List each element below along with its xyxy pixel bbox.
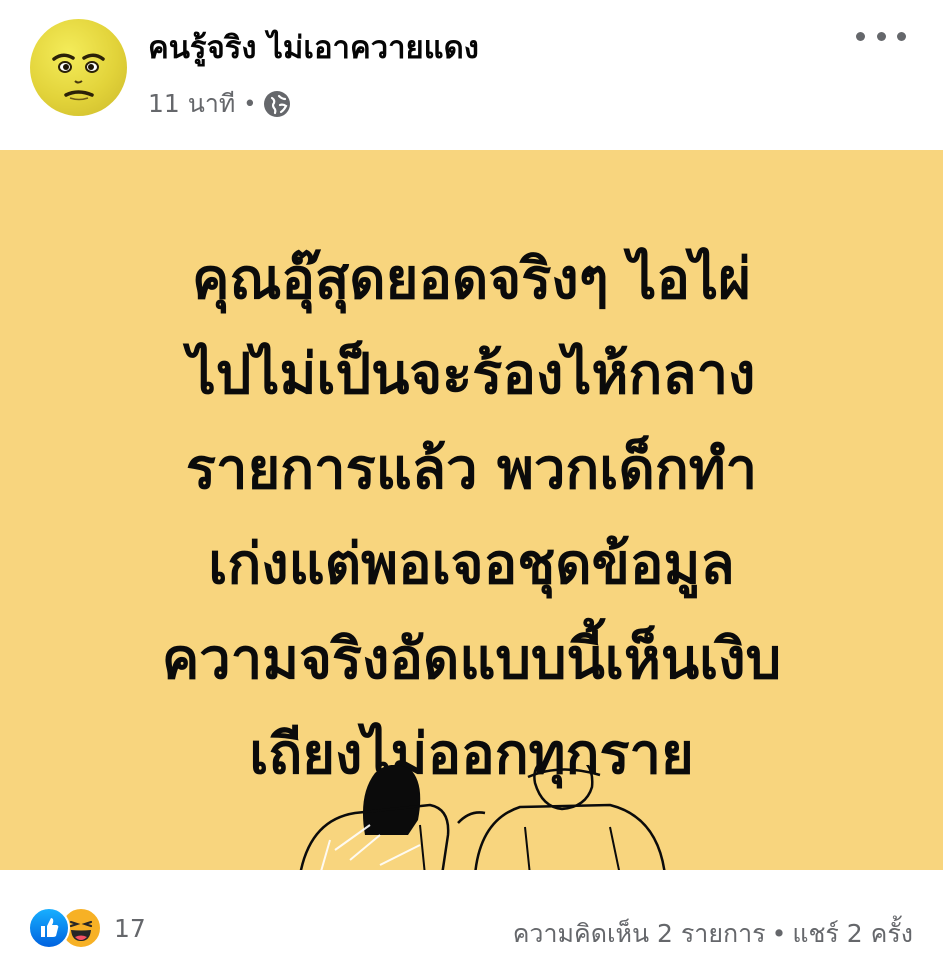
- shares-link[interactable]: แชร์ 2 ครั้ง: [792, 919, 913, 948]
- facebook-post: คนรู้จริง ไม่เอาควายแดง 11 นาที • คุณอุ๊…: [0, 0, 943, 960]
- people-illustration: [299, 765, 666, 870]
- message-line: คุณอุ๊สุดยอดจริงๆ ไอไผ่: [192, 247, 751, 312]
- message-line: รายการแล้ว พวกเด็กทำ: [185, 437, 758, 502]
- reaction-count: 17: [114, 913, 146, 943]
- like-reaction-icon: [28, 907, 70, 949]
- post-time[interactable]: 11 นาที: [148, 84, 235, 124]
- post-footer: 17 ความคิดเห็น 2 รายการ • แชร์ 2 ครั้ง: [0, 870, 943, 960]
- comments-link[interactable]: ความคิดเห็น 2 รายการ: [513, 919, 766, 948]
- author-name[interactable]: คนรู้จริง ไม่เอาควายแดง: [148, 22, 479, 72]
- more-options-icon[interactable]: [856, 24, 906, 48]
- engagement-stats: ความคิดเห็น 2 รายการ • แชร์ 2 ครั้ง: [513, 914, 913, 954]
- post-meta: 11 นาที •: [148, 84, 291, 124]
- avatar[interactable]: [30, 19, 127, 116]
- post-content: คุณอุ๊สุดยอดจริงๆ ไอไผ่ ไปไม่เป็นจะร้องไ…: [0, 150, 943, 870]
- globe-icon[interactable]: [264, 91, 291, 117]
- reactions-summary[interactable]: 17: [28, 907, 146, 949]
- message-line: ไปไม่เป็นจะร้องไห้กลาง: [187, 342, 756, 407]
- stats-separator: •: [771, 919, 787, 948]
- more-dot: [856, 31, 865, 41]
- post-message: คุณอุ๊สุดยอดจริงๆ ไอไผ่ ไปไม่เป็นจะร้องไ…: [40, 232, 903, 802]
- post-header: คนรู้จริง ไม่เอาควายแดง 11 นาที •: [0, 0, 943, 150]
- more-dot: [897, 31, 906, 41]
- meta-separator: •: [243, 91, 257, 117]
- message-line: ความจริงอัดแบบนี้เห็นเงิบ: [161, 627, 782, 692]
- message-line: เก่งแต่พอเจอชุดข้อมูล: [208, 532, 735, 597]
- more-dot: [876, 31, 886, 41]
- lego-face-icon: [52, 53, 105, 101]
